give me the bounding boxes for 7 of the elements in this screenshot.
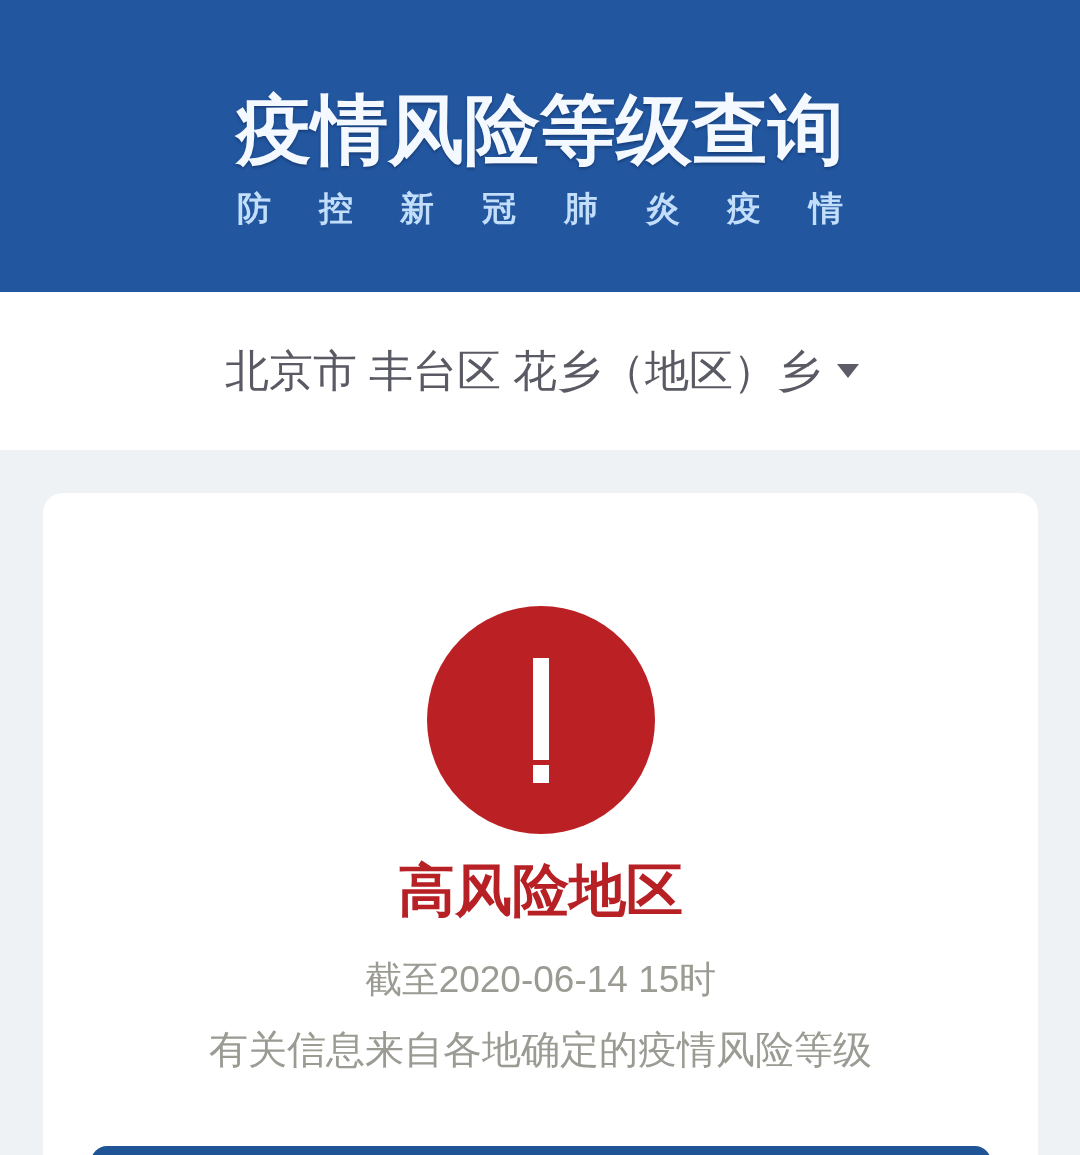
update-time-text: 截至2020-06-14 15时 <box>364 958 717 1002</box>
region-select[interactable]: 北京市 丰台区 花乡（地区）乡 <box>220 341 864 401</box>
risk-level-label: 高风险地区 <box>398 857 683 924</box>
caret-icon <box>837 364 860 378</box>
page-subtitle: 防 控 新 冠 肺 炎 疫 情 <box>237 188 843 228</box>
page-title: 疫情风险等级查询 <box>236 86 844 174</box>
source-note: 有关信息来自各地确定的疫情风险等级 <box>209 1027 872 1073</box>
